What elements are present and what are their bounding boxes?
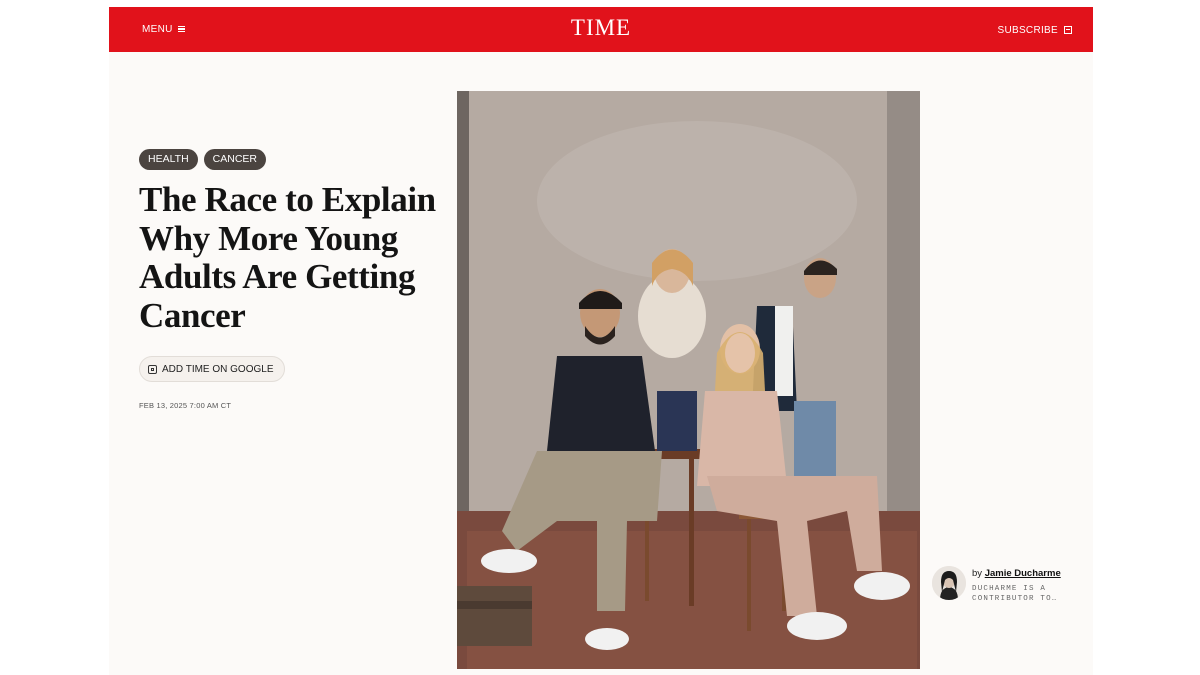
tag-health[interactable]: HEALTH <box>139 149 198 170</box>
subscribe-label: SUBSCRIBE <box>997 24 1058 36</box>
author-bio: DUCHARME IS A CONTRIBUTOR TO… <box>972 585 1058 603</box>
newspaper-icon <box>1064 26 1072 34</box>
author-name-link[interactable]: Jamie Ducharme <box>985 568 1061 579</box>
time-logo[interactable]: TIME <box>109 15 1093 41</box>
article-page: MENU TIME SUBSCRIBE HEALTH CANCER The Ra… <box>109 7 1093 675</box>
tag-cancer[interactable]: CANCER <box>203 149 266 170</box>
byline-prefix: by <box>972 568 983 579</box>
add-time-on-google-button[interactable]: ADD TIME ON GOOGLE <box>139 356 285 382</box>
author-avatar[interactable] <box>932 566 966 600</box>
article-hero-photo <box>457 91 920 669</box>
author-byline: by Jamie Ducharme <box>972 568 1061 579</box>
article-headline: The Race to Explain Why More Young Adult… <box>139 180 436 335</box>
top-navigation-bar: MENU TIME SUBSCRIBE <box>109 7 1093 52</box>
subscribe-button[interactable]: SUBSCRIBE <box>997 22 1072 38</box>
publish-date: FEB 13, 2025 7:00 AM CT <box>139 401 232 410</box>
topic-tags: HEALTH CANCER <box>139 149 266 170</box>
add-time-on-google-label: ADD TIME ON GOOGLE <box>162 363 274 375</box>
google-source-icon <box>148 364 157 374</box>
